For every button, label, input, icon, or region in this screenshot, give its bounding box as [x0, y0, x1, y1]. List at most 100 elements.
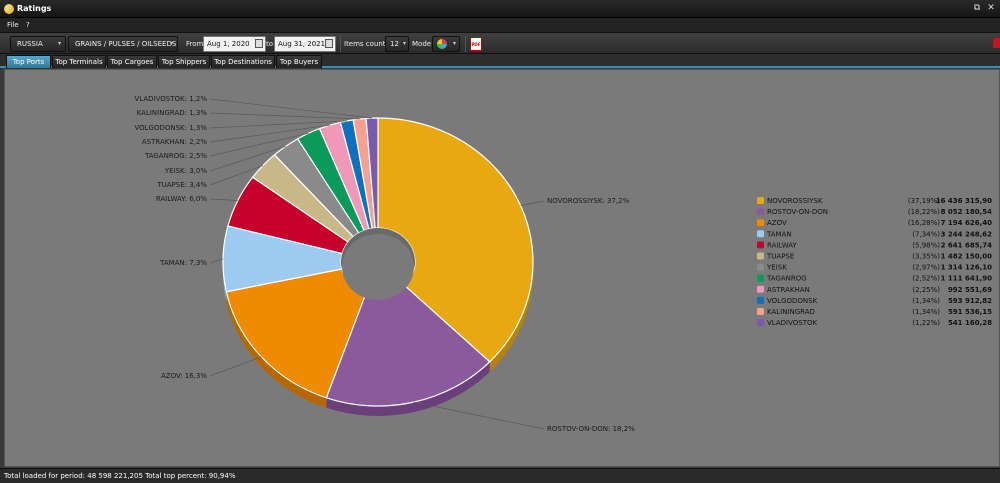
- leader-line-novorossiysk: [520, 200, 545, 206]
- legend-swatch-azov: [757, 219, 764, 227]
- legend-swatch-railway: [757, 241, 764, 249]
- to-label: to: [266, 40, 274, 48]
- slice-label-volgodonsk: VOLGODONSK: 1,3%: [134, 124, 207, 132]
- legend-percent-vladivostok: (1,22%): [912, 319, 940, 327]
- toolbar-separator: [465, 36, 466, 52]
- legend-name-taman: TAMAN: [766, 230, 792, 238]
- legend-value-railway: 2 641 685,74: [941, 241, 992, 249]
- chevron-down-icon: ▾: [452, 40, 456, 47]
- country-select[interactable]: RUSSIA ▾: [10, 36, 66, 52]
- country-value: RUSSIA: [17, 40, 43, 48]
- legend-value-rostov-on-don: 8 052 180,54: [941, 208, 992, 216]
- items-count-value: 12: [390, 40, 399, 48]
- tab-top-destinations[interactable]: Top Destinations: [211, 55, 275, 68]
- menu-file[interactable]: File: [7, 21, 19, 29]
- from-label: From: [186, 40, 204, 48]
- slice-label-novorossiysk: NOVOROSSIYSK: 37,2%: [547, 197, 630, 205]
- chevron-down-icon: ▾: [57, 40, 61, 47]
- menu-help[interactable]: ?: [26, 21, 30, 29]
- legend-swatch-tuapse: [757, 252, 764, 260]
- legend-swatch-novorossiysk: [757, 197, 764, 204]
- cargo-group-select[interactable]: GRAINS / PULSES / OILSEEDS ▾: [68, 36, 178, 52]
- chevron-down-icon: ▾: [402, 40, 406, 47]
- legend-percent-taganrog: (2,52%): [912, 275, 940, 283]
- pdf-export-icon[interactable]: PDF: [470, 37, 482, 51]
- pie-chart: NOVOROSSIYSK: 37,2% ROSTOV-ON-DON: 18,2% A…: [134, 95, 992, 433]
- calendar-icon[interactable]: [325, 39, 333, 48]
- cargo-group-value: GRAINS / PULSES / OILSEEDS: [75, 40, 177, 48]
- legend-swatch-vladivostok: [757, 319, 764, 327]
- slice-label-vladivostok: VLADIVOSTOK: 1,2%: [135, 95, 208, 103]
- title-bar: Ratings ⧉ ✕: [0, 0, 1000, 18]
- mode-label: Mode:: [412, 40, 434, 48]
- legend-percent-azov: (16,28%): [908, 219, 940, 227]
- legend-name-novorossiysk: NOVOROSSIYSK: [767, 197, 823, 205]
- legend-swatch-rostov-on-don: [757, 208, 764, 216]
- legend-percent-volgodonsk: (1,34%): [912, 297, 940, 305]
- restore-window-icon[interactable]: ⧉: [972, 3, 982, 14]
- slice-label-taman: TAMAN: 7,3%: [159, 259, 207, 267]
- slice-label-kaliningrad: KALININGRAD: 1,3%: [137, 109, 208, 117]
- legend-swatch-yeisk: [757, 263, 764, 271]
- app-icon: [4, 4, 14, 14]
- calendar-icon[interactable]: [255, 39, 263, 48]
- tab-top-terminals[interactable]: Top Terminals: [52, 55, 106, 68]
- tab-top-cargoes[interactable]: Top Cargoes: [107, 55, 157, 68]
- leader-line-railway: [209, 198, 238, 201]
- legend-percent-tuapse: (3,35%): [912, 253, 940, 261]
- slice-label-taganrog: TAGANROG: 2,5%: [144, 152, 207, 160]
- legend-percent-taman: (7,34%): [912, 230, 940, 238]
- legend-name-taganrog: TAGANROG: [766, 275, 807, 283]
- legend-percent-kaliningrad: (1,34%): [912, 308, 940, 316]
- legend-value-kaliningrad: 591 536,15: [948, 308, 992, 316]
- legend-percent-railway: (5,98%): [912, 241, 940, 249]
- leader-line-azov: [209, 356, 262, 377]
- side-panel-icon[interactable]: [993, 38, 1000, 48]
- tab-top-shippers[interactable]: Top Shippers: [158, 55, 210, 68]
- items-count-label: Items count:: [344, 40, 388, 48]
- close-window-icon[interactable]: ✕: [986, 3, 996, 14]
- legend-value-yeisk: 1 314 126,10: [941, 264, 992, 272]
- tab-top-ports[interactable]: Top Ports: [6, 55, 51, 68]
- slice-label-rostov-on-don: ROSTOV-ON-DON: 18,2%: [547, 425, 635, 433]
- legend-swatch-kaliningrad: [757, 308, 764, 315]
- slice-label-railway: RAILWAY: 6,0%: [156, 195, 208, 203]
- legend-name-tuapse: TUAPSE: [766, 253, 794, 261]
- tab-top-buyers[interactable]: Top Buyers: [276, 55, 322, 68]
- legend-value-azov: 7 194 626,40: [941, 219, 992, 227]
- toolbar: RUSSIA ▾ GRAINS / PULSES / OILSEEDS ▾ Fr…: [0, 32, 1000, 54]
- toolbar-separator: [340, 36, 341, 52]
- window-title: Ratings: [17, 4, 52, 13]
- legend-value-vladivostok: 541 160,28: [948, 319, 992, 327]
- from-date-field[interactable]: Aug 1, 2020: [203, 36, 266, 52]
- legend-swatch-taganrog: [757, 274, 764, 282]
- mode-select[interactable]: ▾: [432, 36, 460, 52]
- legend-value-tuapse: 1 482 150,00: [941, 253, 992, 261]
- legend-name-volgodonsk: VOLGODONSK: [767, 297, 818, 305]
- donut-hole: [342, 234, 414, 300]
- slice-label-tuapse: TUAPSE: 3,4%: [156, 181, 207, 189]
- chevron-down-icon: ▾: [169, 40, 173, 47]
- items-count-select[interactable]: 12 ▾: [385, 36, 409, 52]
- leader-line-rostov-on-don: [413, 401, 545, 430]
- legend-value-taman: 3 244 248,62: [941, 230, 992, 238]
- legend-name-railway: RAILWAY: [767, 241, 797, 249]
- status-bar: Total loaded for period: 48 598 221,205 …: [0, 468, 1000, 483]
- legend-name-rostov-on-don: ROSTOV-ON-DON: [767, 208, 828, 216]
- legend-name-kaliningrad: KALININGRAD: [767, 308, 815, 316]
- legend-value-novorossiysk: 16 436 315,90: [936, 197, 992, 205]
- to-date-field[interactable]: Aug 31, 2021: [274, 36, 336, 52]
- legend-percent-yeisk: (2,97%): [912, 264, 940, 272]
- legend-name-vladivostok: VLADIVOSTOK: [767, 319, 817, 327]
- pie-chart-icon: [437, 39, 447, 49]
- legend-percent-rostov-on-don: (18,22%): [908, 208, 940, 216]
- legend-swatch-volgodonsk: [757, 296, 764, 304]
- slice-label-azov: AZOV: 16,3%: [161, 372, 207, 380]
- legend-name-astrakhan: ASTRAKHAN: [767, 286, 810, 294]
- from-date-value: Aug 1, 2020: [207, 40, 250, 48]
- legend-name-yeisk: YEISK: [766, 264, 787, 272]
- leader-line-taman: [209, 258, 224, 264]
- legend-swatch-astrakhan: [757, 285, 764, 293]
- legend-percent-astrakhan: (2,25%): [912, 286, 940, 294]
- slice-label-yeisk: YEISK: 3,0%: [164, 167, 208, 175]
